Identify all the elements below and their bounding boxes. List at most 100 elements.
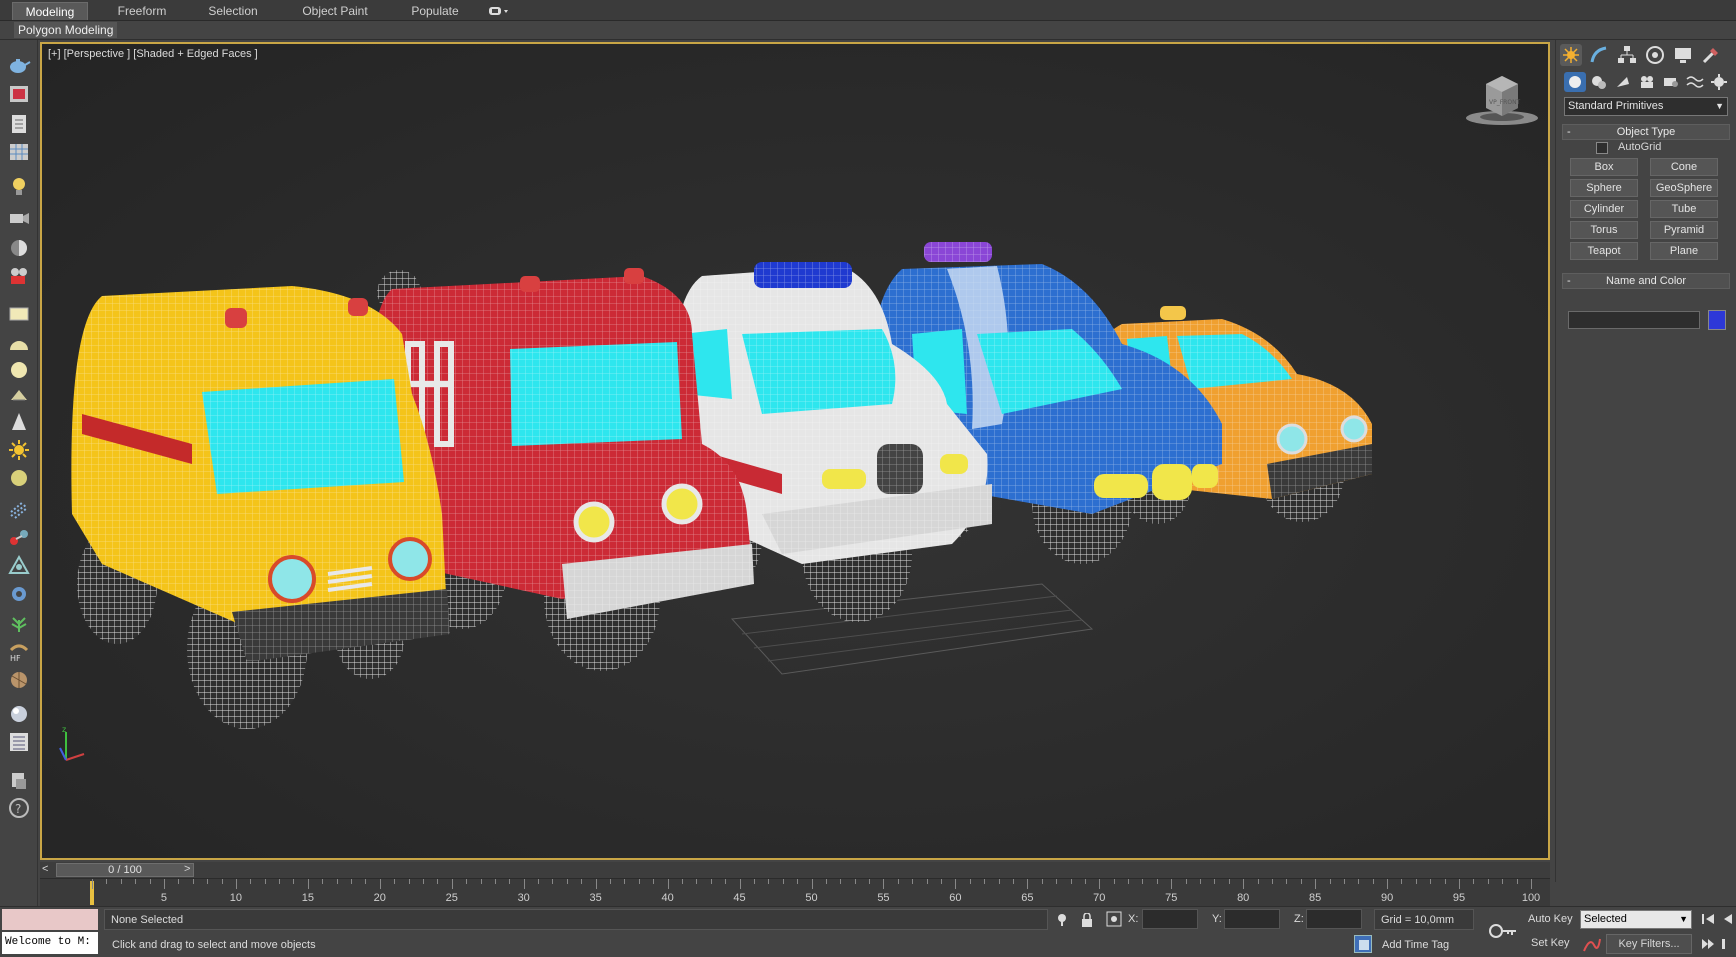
polygon-modeling-label[interactable]: Polygon Modeling (14, 22, 118, 38)
hemisphere-icon[interactable] (7, 332, 31, 356)
frame-tick (1372, 879, 1374, 884)
compound-icon[interactable] (7, 554, 31, 578)
frame-tick (120, 879, 122, 884)
object-name-field[interactable] (1568, 311, 1700, 329)
teapot-icon[interactable] (7, 52, 31, 76)
sun-light-icon[interactable] (7, 438, 31, 462)
sphere-gizmo-icon[interactable] (7, 466, 31, 490)
film-camera-icon[interactable] (7, 264, 31, 288)
frame-tick (538, 879, 540, 884)
tab-object-paint[interactable]: Object Paint (290, 2, 380, 20)
selection-lock-icon[interactable] (1080, 912, 1094, 927)
plane-object-icon[interactable] (7, 302, 31, 326)
camera-icon[interactable] (7, 206, 31, 230)
material-sphere-icon[interactable] (7, 702, 31, 726)
frame-tick (149, 879, 151, 884)
tab-selection[interactable]: Selection (193, 2, 273, 20)
maxscript-listener-white[interactable]: Welcome to M: (2, 932, 98, 954)
tab-modeling[interactable]: Modeling (12, 2, 88, 20)
link-icon[interactable] (7, 526, 31, 550)
frame-tick (279, 879, 281, 884)
maxscript-listener-pink[interactable] (2, 909, 98, 930)
key-mode-toggle-icon[interactable] (1700, 936, 1716, 952)
absolute-mode-icon[interactable] (1106, 911, 1122, 927)
frame-tick (92, 879, 93, 889)
layer-icon[interactable] (7, 768, 31, 792)
gear-icon[interactable] (7, 582, 31, 606)
help-icon[interactable]: ? (7, 796, 31, 820)
object-type-rollout-header[interactable]: - Object Type (1562, 124, 1730, 140)
shell-icon[interactable] (7, 668, 31, 692)
cone-object-icon[interactable] (7, 410, 31, 434)
foliage-icon[interactable] (7, 612, 31, 636)
cylinder-button[interactable]: Cylinder (1570, 200, 1638, 218)
document-icon[interactable] (7, 112, 31, 136)
autogrid-checkbox[interactable] (1596, 142, 1608, 154)
frame-tick (811, 879, 813, 889)
key-curve-icon[interactable] (1582, 935, 1602, 953)
motion-tab-icon[interactable] (1644, 44, 1666, 66)
render-frame-icon[interactable] (7, 82, 31, 106)
shapes-icon[interactable] (1588, 72, 1610, 92)
scene-explorer-icon[interactable] (7, 730, 31, 754)
isolate-selection-icon[interactable] (1055, 913, 1069, 927)
box-button[interactable]: Box (1570, 158, 1638, 176)
frame-tick (1084, 879, 1086, 884)
frame-tick (1329, 879, 1331, 884)
key-filters-button[interactable]: Key Filters... (1606, 934, 1692, 954)
key-icon[interactable] (1488, 921, 1518, 941)
particles-icon[interactable] (7, 498, 31, 522)
cameras-icon[interactable] (1636, 72, 1658, 92)
time-slider[interactable]: < 0 / 100 > (40, 862, 1550, 878)
cone-button[interactable]: Cone (1650, 158, 1718, 176)
auto-key-button[interactable]: Auto Key (1528, 913, 1573, 925)
systems-icon[interactable] (1708, 72, 1730, 92)
geosphere-button[interactable]: GeoSphere (1650, 179, 1718, 197)
tube-button[interactable]: Tube (1650, 200, 1718, 218)
frame-tick (1156, 879, 1158, 884)
plane-button[interactable]: Plane (1650, 242, 1718, 260)
next-frame-button[interactable]: > (184, 863, 196, 875)
tab-populate[interactable]: Populate (396, 2, 474, 20)
object-color-swatch[interactable] (1708, 310, 1726, 330)
goto-start-icon[interactable] (1700, 911, 1716, 927)
perspective-viewport[interactable]: [+] [Perspective ] [Shaded + Edged Faces… (40, 42, 1550, 860)
frame-tick-label: 90 (1380, 892, 1394, 904)
teapot-button[interactable]: Teapot (1570, 242, 1638, 260)
trackbar[interactable]: 5 10 15 20 25 30 35 40 45 50 55 60 65 70 75 80 85 90 95 100 (40, 878, 1550, 906)
modify-tab-icon[interactable] (1588, 44, 1610, 66)
frame-tick (1012, 879, 1014, 884)
prev-frame-button[interactable]: < (42, 863, 54, 875)
z-coordinate-field[interactable] (1306, 909, 1362, 929)
space-warps-icon[interactable] (1684, 72, 1706, 92)
helpers-icon[interactable] (1660, 72, 1682, 92)
display-tab-icon[interactable] (1672, 44, 1694, 66)
torus-button[interactable]: Torus (1570, 221, 1638, 239)
utilities-tab-icon[interactable] (1700, 44, 1722, 66)
sphere-object-icon[interactable] (7, 358, 31, 382)
geometry-icon[interactable] (1564, 72, 1586, 92)
y-coordinate-field[interactable] (1224, 909, 1280, 929)
pyramid-button[interactable]: Pyramid (1650, 221, 1718, 239)
helper-icon[interactable] (7, 384, 31, 408)
play-icon[interactable] (1720, 936, 1734, 952)
time-slider-thumb[interactable]: 0 / 100 (56, 863, 194, 877)
hair-fur-icon[interactable]: HF (7, 640, 31, 664)
x-coordinate-field[interactable] (1142, 909, 1198, 929)
set-key-button[interactable]: Set Key (1531, 937, 1570, 949)
motion-icon[interactable] (7, 236, 31, 260)
hierarchy-tab-icon[interactable] (1616, 44, 1638, 66)
create-tab-icon[interactable] (1560, 44, 1582, 66)
tab-freeform[interactable]: Freeform (100, 2, 184, 20)
light-bulb-icon[interactable] (7, 174, 31, 198)
primitive-category-dropdown[interactable]: Standard Primitives ▼ (1564, 97, 1728, 116)
add-time-tag[interactable]: Add Time Tag (1382, 939, 1449, 951)
prev-key-icon[interactable] (1720, 911, 1734, 927)
name-color-rollout-header[interactable]: - Name and Color (1562, 273, 1730, 289)
lights-icon[interactable] (1612, 72, 1634, 92)
ribbon-options-icon[interactable] (488, 5, 510, 17)
key-mode-dropdown[interactable]: Selected ▼ (1580, 910, 1692, 929)
table-icon[interactable] (7, 140, 31, 164)
sphere-button[interactable]: Sphere (1570, 179, 1638, 197)
time-tag-icon[interactable] (1354, 935, 1372, 953)
